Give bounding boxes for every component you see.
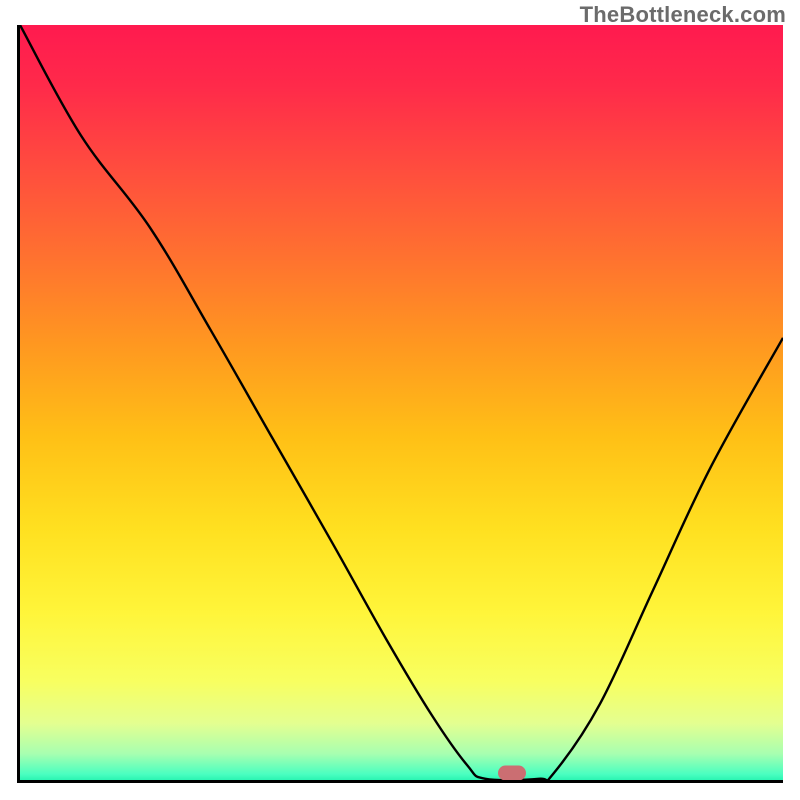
bottleneck-curve [20, 25, 783, 783]
watermark-text: TheBottleneck.com [580, 2, 786, 28]
optimal-point-marker [498, 766, 526, 781]
chart-container: TheBottleneck.com [0, 0, 800, 800]
plot-area [17, 25, 783, 783]
